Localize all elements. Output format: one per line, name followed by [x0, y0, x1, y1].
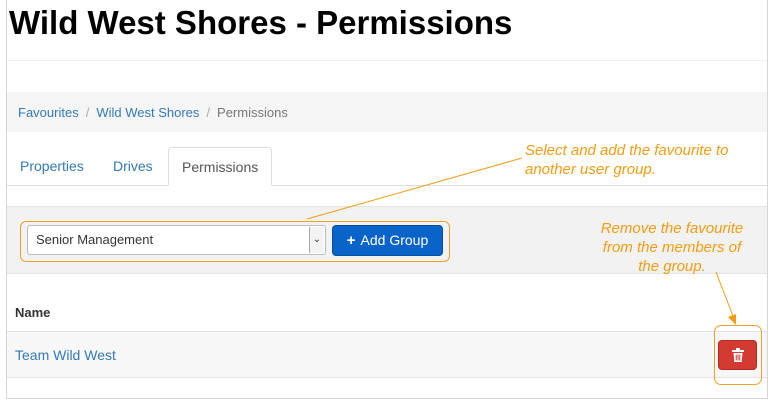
callout-arrows [306, 157, 736, 325]
add-callout-line [306, 157, 523, 220]
arrowhead-icon [728, 314, 736, 325]
remove-callout-line [715, 271, 734, 317]
